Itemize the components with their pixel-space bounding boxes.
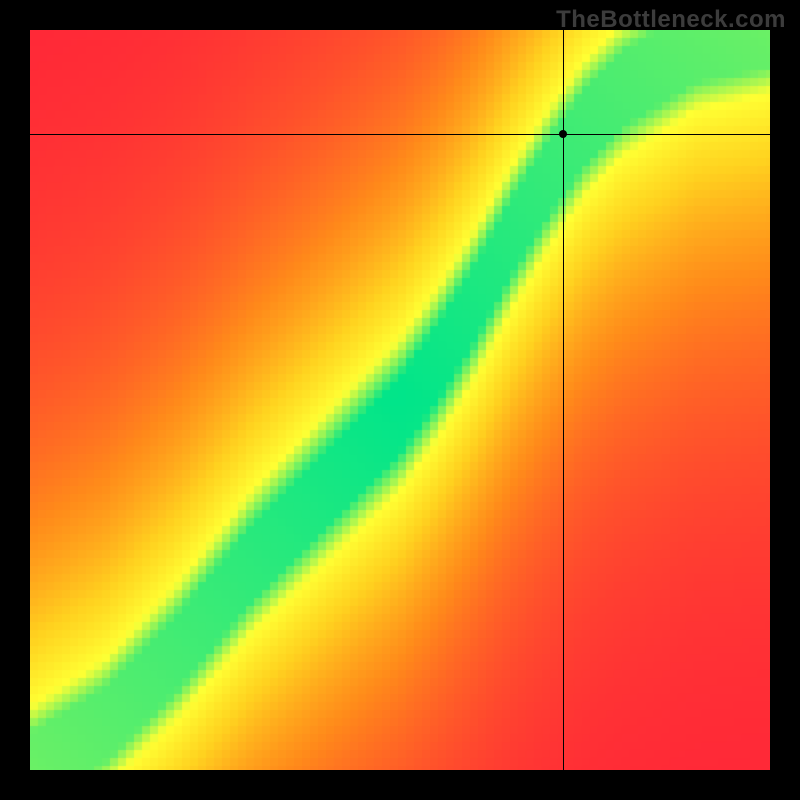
plot-area <box>30 30 770 770</box>
crosshair-vertical <box>563 30 564 770</box>
crosshair-point <box>559 130 567 138</box>
crosshair-horizontal <box>30 134 770 135</box>
heatmap-canvas <box>30 30 770 770</box>
chart-frame: TheBottleneck.com <box>0 0 800 800</box>
